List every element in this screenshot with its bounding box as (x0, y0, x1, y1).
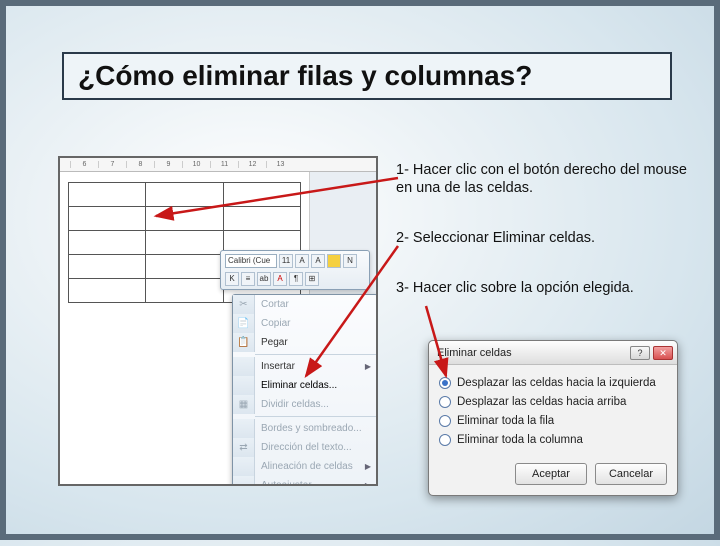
ruler-tick: 10 (182, 161, 210, 168)
cancel-button[interactable]: Cancelar (595, 463, 667, 485)
option-label: Eliminar toda la columna (457, 434, 583, 446)
page-title: ¿Cómo eliminar filas y columnas? (78, 60, 656, 92)
option-delete-col[interactable]: Eliminar toda la columna (439, 430, 667, 449)
radio-icon[interactable] (439, 396, 451, 408)
ctx-text-dir[interactable]: ⇄Dirección del texto... (233, 438, 377, 457)
blank-icon (233, 419, 255, 438)
blank-icon (233, 457, 255, 476)
blank-icon (233, 357, 255, 376)
ok-button[interactable]: Aceptar (515, 463, 587, 485)
ruler-tick: 9 (154, 161, 182, 168)
option-delete-row[interactable]: Eliminar toda la fila (439, 411, 667, 430)
context-menu[interactable]: ✂Cortar 📄Copiar 📋Pegar Insertar▶ Elimina… (232, 294, 378, 486)
blank-icon (233, 476, 255, 486)
option-label: Eliminar toda la fila (457, 415, 554, 427)
blank-icon (233, 376, 255, 395)
text-direction-icon: ⇄ (233, 438, 255, 457)
split-icon: ▦ (233, 395, 255, 414)
mini-btn[interactable]: ≡ (241, 272, 255, 286)
mini-btn[interactable]: ab (257, 272, 271, 286)
option-label: Desplazar las celdas hacia la izquierda (457, 377, 656, 389)
ruler-tick: 11 (210, 161, 238, 168)
mini-btn[interactable]: A (311, 254, 325, 268)
highlight-icon[interactable] (327, 254, 341, 268)
ctx-align[interactable]: Alineación de celdas▶ (233, 457, 377, 476)
step-2: 2- Seleccionar Eliminar celdas. (396, 229, 696, 247)
page-area: Calibri (Cue 11 A A N K ≡ ab A ¶ ⊞ ✂Cort… (60, 172, 376, 486)
word-window: 6 7 8 9 10 11 12 13 Calibri (Cue 11 A A … (58, 156, 378, 486)
step-1: 1- Hacer clic con el botón derecho del m… (396, 161, 696, 197)
dialog-body: Desplazar las celdas hacia la izquierda … (429, 365, 677, 457)
copy-icon: 📄 (233, 314, 255, 333)
radio-icon[interactable] (439, 415, 451, 427)
ruler-tick: 8 (126, 161, 154, 168)
title-box: ¿Cómo eliminar filas y columnas? (62, 52, 672, 100)
ctx-cut[interactable]: ✂Cortar (233, 295, 377, 314)
option-shift-left[interactable]: Desplazar las celdas hacia la izquierda (439, 373, 667, 392)
radio-icon[interactable] (439, 377, 451, 389)
chevron-right-icon: ▶ (365, 362, 371, 371)
italic-button[interactable]: K (225, 272, 239, 286)
ruler-tick: 13 (266, 161, 294, 168)
dialog-title: Eliminar celdas (437, 347, 627, 359)
ctx-copy[interactable]: 📄Copiar (233, 314, 377, 333)
font-color-icon[interactable]: A (273, 272, 287, 286)
ruler-tick: 12 (238, 161, 266, 168)
mini-btn[interactable]: 11 (279, 254, 293, 268)
font-selector[interactable]: Calibri (Cue (225, 254, 277, 268)
option-label: Desplazar las celdas hacia arriba (457, 396, 626, 408)
mini-btn[interactable]: A (295, 254, 309, 268)
ruler-tick: 7 (98, 161, 126, 168)
ctx-borders[interactable]: Bordes y sombreado... (233, 419, 377, 438)
option-shift-up[interactable]: Desplazar las celdas hacia arriba (439, 392, 667, 411)
scissors-icon: ✂ (233, 295, 255, 314)
mini-toolbar[interactable]: Calibri (Cue 11 A A N K ≡ ab A ¶ ⊞ (220, 250, 370, 290)
ruler-tick: 6 (70, 161, 98, 168)
mini-btn[interactable]: ⊞ (305, 272, 319, 286)
separator (255, 354, 377, 355)
ctx-autofit[interactable]: Autoajustar▶ (233, 476, 377, 486)
bold-button[interactable]: N (343, 254, 357, 268)
close-button[interactable]: ✕ (653, 346, 673, 360)
chevron-right-icon: ▶ (365, 481, 371, 486)
ctx-delete-cells[interactable]: Eliminar celdas... (233, 376, 377, 395)
chevron-right-icon: ▶ (365, 462, 371, 471)
mini-btn[interactable]: ¶ (289, 272, 303, 286)
step-3: 3- Hacer clic sobre la opción elegida. (396, 279, 696, 297)
delete-cells-dialog[interactable]: Eliminar celdas ? ✕ Desplazar las celdas… (428, 340, 678, 496)
ruler: 6 7 8 9 10 11 12 13 (60, 158, 376, 172)
dialog-titlebar[interactable]: Eliminar celdas ? ✕ (429, 341, 677, 365)
dialog-footer: Aceptar Cancelar (429, 457, 677, 495)
ctx-paste[interactable]: 📋Pegar (233, 333, 377, 352)
paste-icon: 📋 (233, 333, 255, 352)
help-button[interactable]: ? (630, 346, 650, 360)
ctx-insert[interactable]: Insertar▶ (233, 357, 377, 376)
steps-panel: 1- Hacer clic con el botón derecho del m… (396, 161, 696, 330)
separator (255, 416, 377, 417)
ctx-split-cells[interactable]: ▦Dividir celdas... (233, 395, 377, 414)
radio-icon[interactable] (439, 434, 451, 446)
